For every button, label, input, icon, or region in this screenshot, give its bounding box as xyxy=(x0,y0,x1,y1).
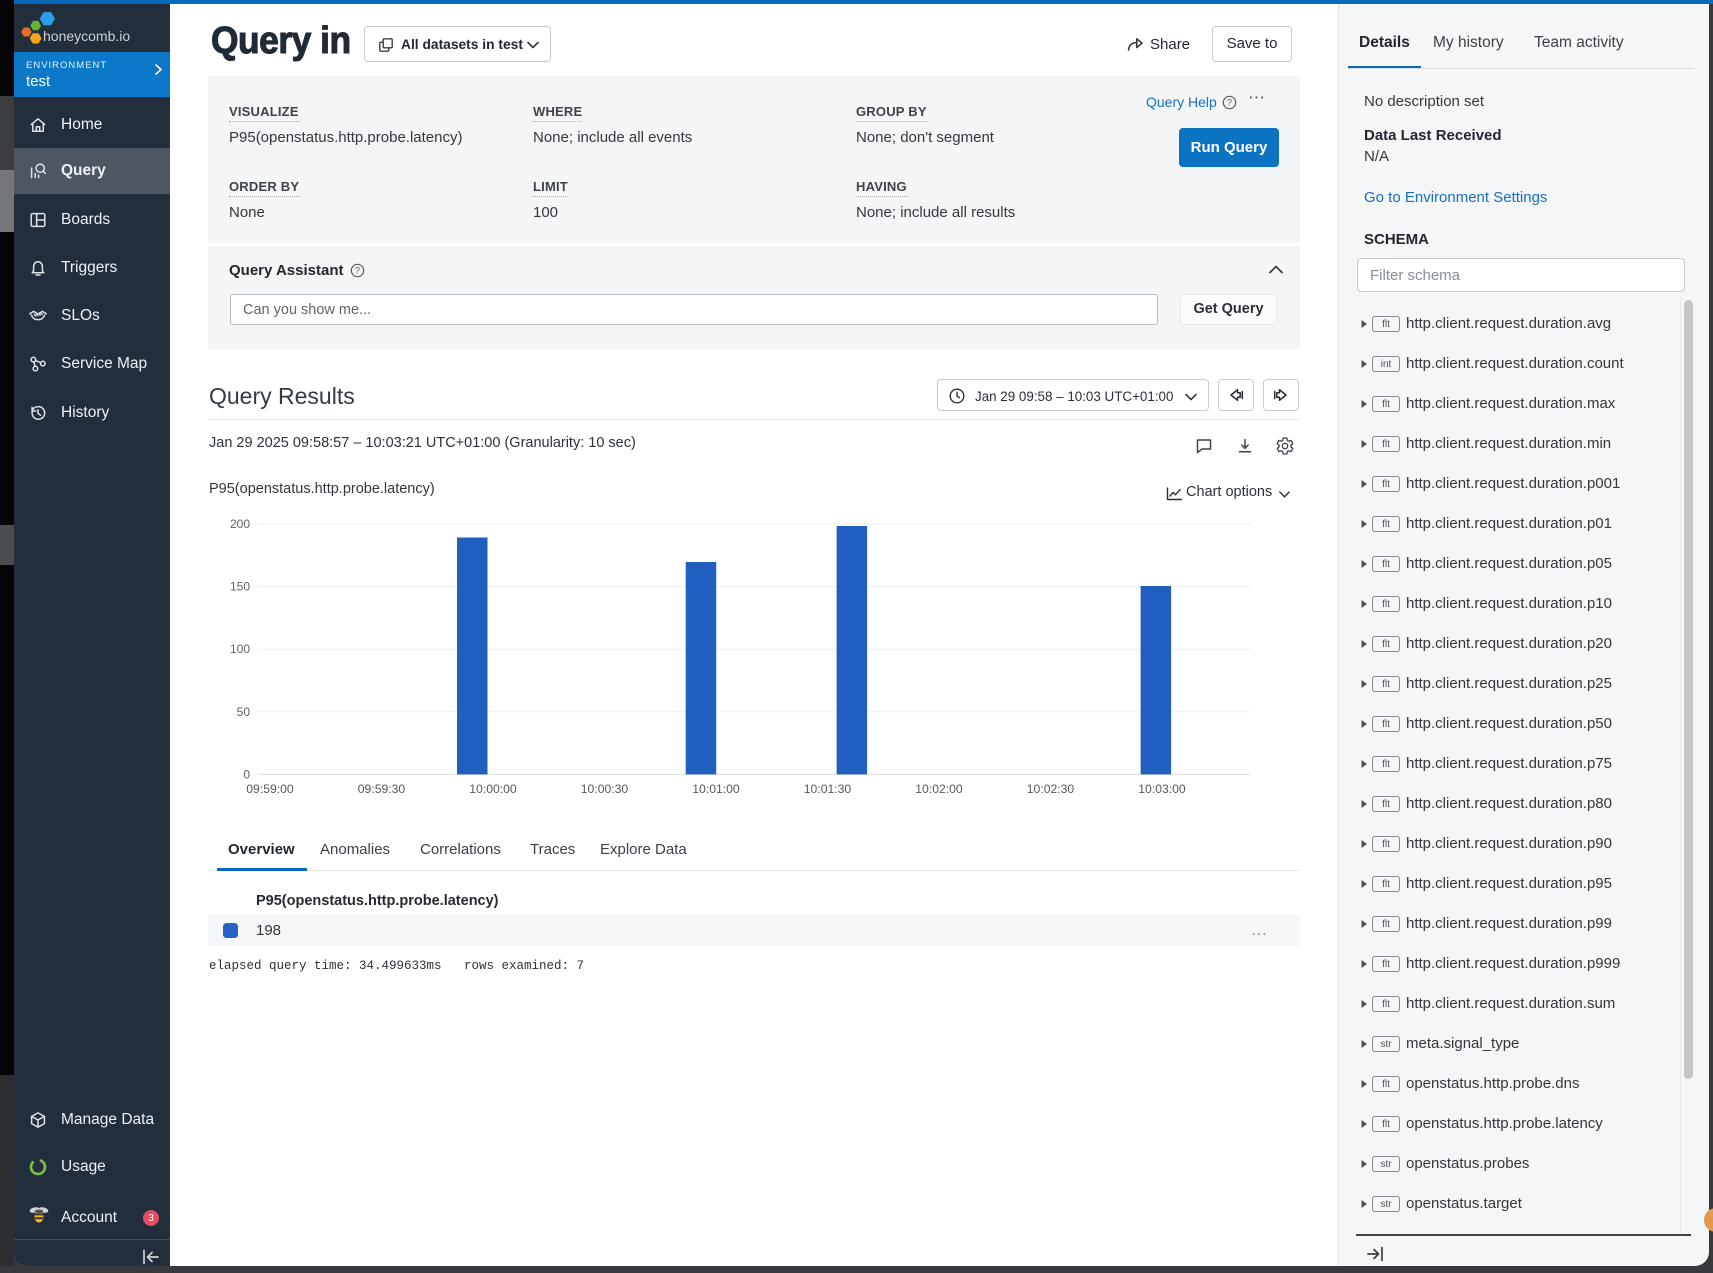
svg-text:?: ? xyxy=(1227,98,1232,108)
svg-text:09:59:30: 09:59:30 xyxy=(358,782,406,796)
svg-text:10:00:30: 10:00:30 xyxy=(581,782,629,796)
svg-text:0: 0 xyxy=(243,767,250,781)
svg-text:10:02:00: 10:02:00 xyxy=(915,782,963,796)
svg-text:50: 50 xyxy=(237,705,251,719)
svg-text:10:03:00: 10:03:00 xyxy=(1138,782,1186,796)
svg-text:10:01:00: 10:01:00 xyxy=(692,782,740,796)
svg-text:10:00:00: 10:00:00 xyxy=(469,782,517,796)
svg-text:150: 150 xyxy=(230,580,250,594)
svg-text:?: ? xyxy=(355,266,360,276)
svg-text:09:59:00: 09:59:00 xyxy=(246,782,294,796)
svg-text:100: 100 xyxy=(230,642,250,656)
svg-text:10:01:30: 10:01:30 xyxy=(804,782,852,796)
svg-text:200: 200 xyxy=(230,517,250,531)
svg-text:10:02:30: 10:02:30 xyxy=(1027,782,1075,796)
